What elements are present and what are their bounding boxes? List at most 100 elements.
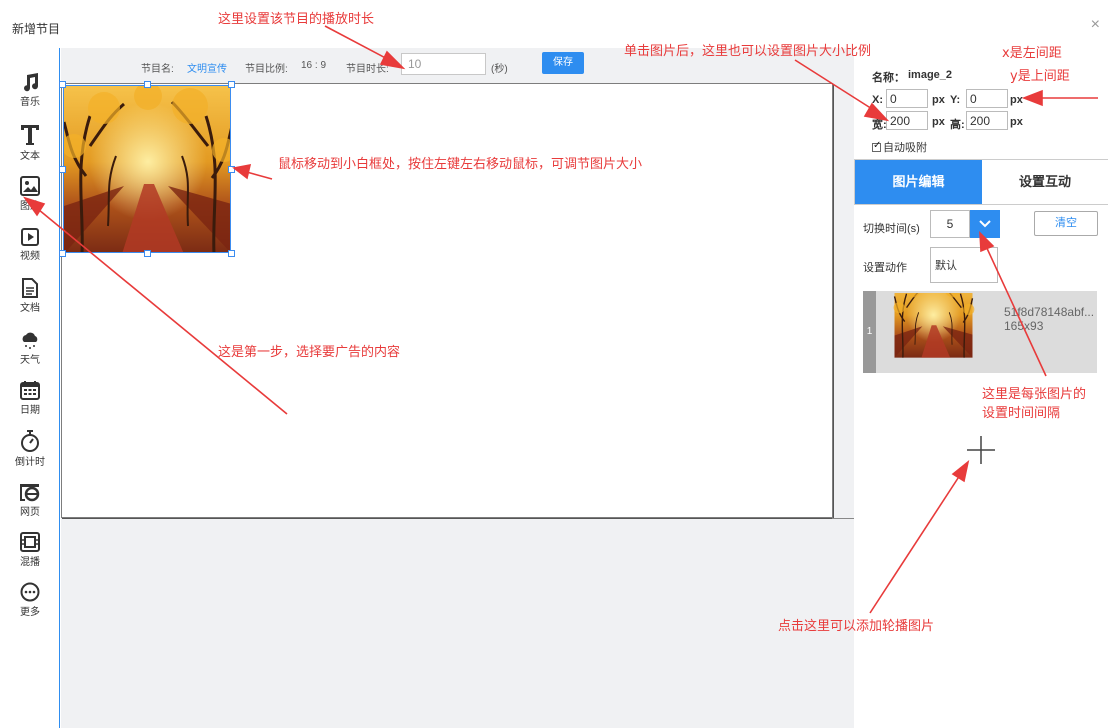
annotation-add-carousel: 点击这里可以添加轮播图片: [778, 619, 935, 634]
program-ratio-value: 16 : 9: [301, 60, 327, 71]
toolbar-item-weather[interactable]: 天气: [0, 330, 60, 366]
annotation-x-note: x是左间距: [1002, 46, 1062, 61]
switch-time-label: 切换时间(s): [863, 223, 920, 235]
height-label: 高:: [950, 119, 965, 131]
add-carousel-image-button[interactable]: [966, 435, 996, 465]
program-name-value[interactable]: 文明宣传: [187, 60, 227, 75]
thumbnail-list-item[interactable]: 1 51f8d78148abf... 165x93: [863, 291, 1097, 373]
program-stage[interactable]: [59, 81, 833, 518]
program-name-label: 节目名:: [141, 64, 174, 75]
autumn-image: [64, 86, 231, 253]
width-input[interactable]: [886, 111, 928, 130]
toolbar-label-webpage: 网页: [20, 507, 40, 518]
autumn-thumbnail: [878, 293, 989, 371]
width-label: 宽:: [872, 119, 887, 131]
toolbar-item-text[interactable]: 文本: [0, 124, 60, 162]
annotation-duration: 这里设置该节目的播放时长: [218, 12, 375, 27]
toolbar-item-image[interactable]: 图片: [0, 176, 60, 212]
annotation-interval-line1: 这里是每张图片的: [982, 387, 1087, 402]
toolbar-item-music[interactable]: 音乐: [0, 72, 60, 108]
panel-tabs: 图片编辑 设置互动: [854, 159, 1108, 205]
plus-icon: [967, 436, 995, 464]
text-t-icon: [21, 125, 39, 145]
music-note-icon: [24, 73, 39, 92]
toolbar-label-music: 音乐: [20, 97, 40, 108]
play-icon: [21, 228, 39, 246]
dialog-title: 新增节目: [12, 22, 61, 36]
width-unit: px: [932, 116, 945, 128]
toolbar-label-more: 更多: [20, 607, 40, 618]
more-dots-icon: [20, 582, 40, 602]
toolbar-label-date: 日期: [20, 405, 40, 416]
auto-snap-checkbox[interactable]: 自动吸附: [872, 139, 927, 155]
y-input[interactable]: [966, 89, 1008, 108]
annotation-interval-line2: 设置时间间隔: [982, 406, 1061, 421]
height-unit: px: [1010, 116, 1023, 128]
tab-interaction[interactable]: 设置互动: [982, 160, 1108, 204]
resize-handle-bottom-right[interactable]: [228, 250, 235, 257]
left-toolbar: 音乐 文本 图片 视频 文档 天气 日期 倒计时 网页 混播 更多: [0, 48, 60, 728]
toolbar-item-date[interactable]: 日期: [0, 380, 60, 416]
weather-cloud-icon: [22, 332, 38, 349]
action-label: 设置动作: [863, 262, 907, 274]
toolbar-item-mix[interactable]: 混播: [0, 532, 60, 568]
y-label: Y:: [950, 94, 961, 106]
calendar-icon: [20, 381, 40, 400]
clear-button[interactable]: 清空: [1034, 211, 1098, 236]
toolbar-label-text: 文本: [20, 151, 40, 162]
thumbnail-index: 1: [863, 291, 876, 373]
program-duration-label: 节目时长:: [346, 64, 389, 75]
resize-handle-top-right[interactable]: [228, 81, 235, 88]
canvas-area: 节目名: 文明宣传 节目比例: 16 : 9 节目时长: (秒) 保存: [59, 48, 854, 728]
toolbar-item-more[interactable]: 更多: [0, 582, 60, 618]
stopwatch-icon: [21, 430, 39, 452]
resize-handle-top-left[interactable]: [59, 81, 66, 88]
toolbar-label-mix: 混播: [20, 557, 40, 568]
height-input[interactable]: [966, 111, 1008, 130]
checkbox-checked-icon: [872, 140, 881, 152]
y-unit: px: [1010, 94, 1023, 106]
resize-handle-bottom-left[interactable]: [59, 250, 66, 257]
resize-handle-bottom[interactable]: [144, 250, 151, 257]
toolbar-item-document[interactable]: 文档: [0, 278, 60, 314]
annotation-step-one: 这是第一步，选择要广告的内容: [218, 345, 401, 360]
browser-e-icon: [20, 484, 40, 502]
toolbar-label-weather: 天气: [20, 355, 40, 366]
element-name-value: image_2: [908, 69, 953, 81]
toolbar-item-countdown[interactable]: 倒计时: [0, 430, 60, 468]
toolbar-item-video[interactable]: 视频: [0, 228, 60, 262]
resize-handle-top[interactable]: [144, 81, 151, 88]
toolbar-label-video: 视频: [20, 251, 40, 262]
toolbar-label-image: 图片: [20, 201, 40, 212]
thumbnail-dimensions: 165x93: [1004, 319, 1044, 333]
program-duration-input[interactable]: [401, 53, 486, 75]
stage-divider: [832, 518, 854, 519]
program-duration-unit: (秒): [491, 64, 508, 75]
switch-time-dropdown[interactable]: [970, 210, 1000, 238]
chevron-down-icon: [979, 220, 991, 228]
thumbnail-filename: 51f8d78148abf...: [1004, 305, 1095, 319]
program-ratio-label: 节目比例:: [245, 64, 288, 75]
toolbar-item-webpage[interactable]: 网页: [0, 482, 60, 518]
save-button[interactable]: 保存: [542, 52, 584, 74]
action-select[interactable]: 默认: [930, 247, 998, 283]
x-unit: px: [932, 94, 945, 106]
close-icon[interactable]: ×: [1091, 16, 1100, 34]
annotation-y-note: y是上间距: [1010, 69, 1070, 84]
document-icon: [22, 278, 38, 298]
annotation-resize: 鼠标移动到小白框处，按住左键左右移动鼠标，可调节图片大小: [278, 157, 643, 172]
auto-snap-label: 自动吸附: [883, 142, 927, 154]
resize-handle-left[interactable]: [59, 166, 66, 173]
selected-image-element[interactable]: [63, 85, 231, 253]
x-label: X:: [872, 94, 883, 106]
thumbnail-image: [878, 293, 989, 371]
annotation-size-ratio: 单击图片后，这里也可以设置图片大小比例: [624, 44, 872, 59]
x-input[interactable]: [886, 89, 928, 108]
mix-icon: [20, 532, 40, 552]
resize-handle-right[interactable]: [228, 166, 235, 173]
toolbar-label-countdown: 倒计时: [15, 457, 45, 468]
switch-time-input[interactable]: 5: [930, 210, 970, 238]
tab-image-edit[interactable]: 图片编辑: [855, 160, 982, 204]
element-name-label: 名称：: [872, 72, 905, 84]
toolbar-label-document: 文档: [20, 303, 40, 314]
